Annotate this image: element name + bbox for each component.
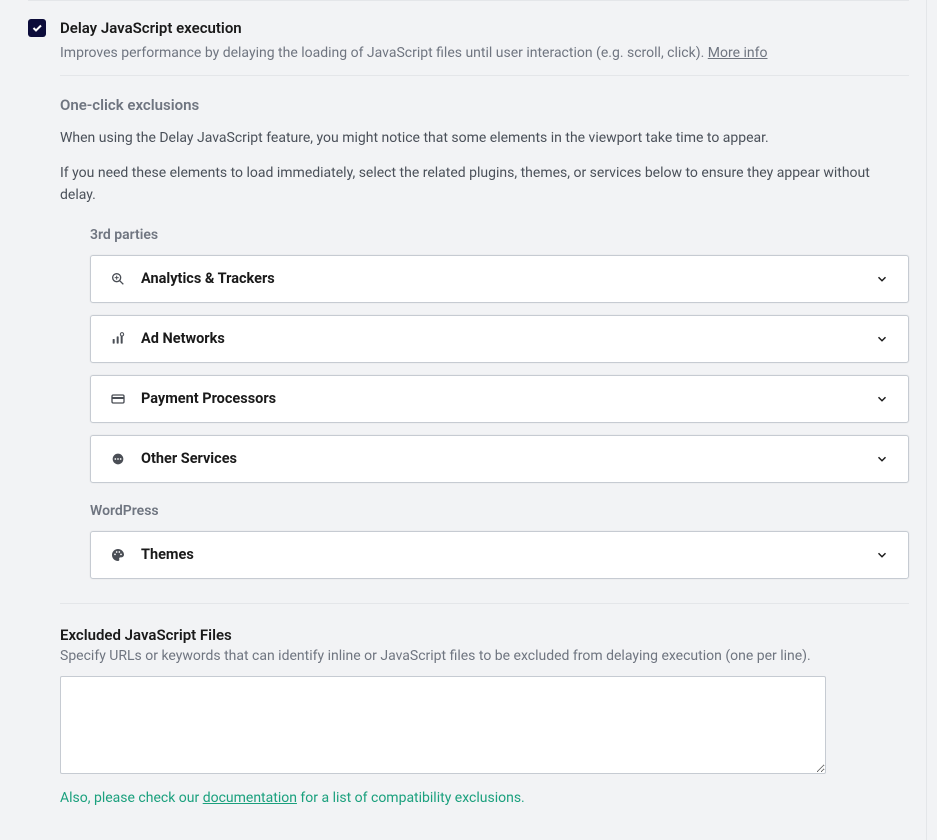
excluded-files-title: Excluded JavaScript Files	[60, 626, 909, 644]
exclusions-text-1: When using the Delay JavaScript feature,…	[60, 128, 909, 150]
accordion-ad-networks[interactable]: Ad Networks	[90, 315, 909, 363]
ads-icon	[109, 330, 127, 348]
delay-js-checkbox[interactable]	[28, 19, 46, 37]
chevron-down-icon	[874, 451, 890, 467]
sub-divider	[60, 75, 909, 76]
accordion-payment-processors[interactable]: Payment Processors	[90, 375, 909, 423]
excluded-files-description: Specify URLs or keywords that can identi…	[60, 648, 909, 664]
more-info-link[interactable]: More info	[708, 45, 768, 61]
chevron-down-icon	[874, 547, 890, 563]
chevron-down-icon	[874, 271, 890, 287]
card-icon	[109, 390, 127, 408]
accordion-label: Other Services	[141, 450, 874, 467]
option-description: Improves performance by delaying the loa…	[60, 43, 909, 65]
documentation-note: Also, please check our documentation for…	[60, 790, 909, 806]
group-label-3rd-parties: 3rd parties	[90, 227, 909, 243]
documentation-link[interactable]: documentation	[203, 790, 297, 806]
dots-icon	[109, 450, 127, 468]
palette-icon	[109, 546, 127, 564]
section-divider-mid	[60, 603, 909, 604]
analytics-icon	[109, 270, 127, 288]
chevron-down-icon	[874, 391, 890, 407]
accordion-label: Payment Processors	[141, 390, 874, 407]
exclusions-heading: One-click exclusions	[60, 96, 909, 114]
chevron-down-icon	[874, 331, 890, 347]
accordion-themes[interactable]: Themes	[90, 531, 909, 579]
exclusions-text-2: If you need these elements to load immed…	[60, 163, 909, 206]
accordion-label: Ad Networks	[141, 330, 874, 347]
check-icon	[31, 22, 43, 34]
accordion-label: Analytics & Trackers	[141, 270, 874, 287]
excluded-files-textarea[interactable]	[60, 676, 826, 774]
group-label-wordpress: WordPress	[90, 503, 909, 519]
accordion-analytics-trackers[interactable]: Analytics & Trackers	[90, 255, 909, 303]
option-title: Delay JavaScript execution	[60, 19, 909, 37]
accordion-label: Themes	[141, 546, 874, 563]
accordion-other-services[interactable]: Other Services	[90, 435, 909, 483]
